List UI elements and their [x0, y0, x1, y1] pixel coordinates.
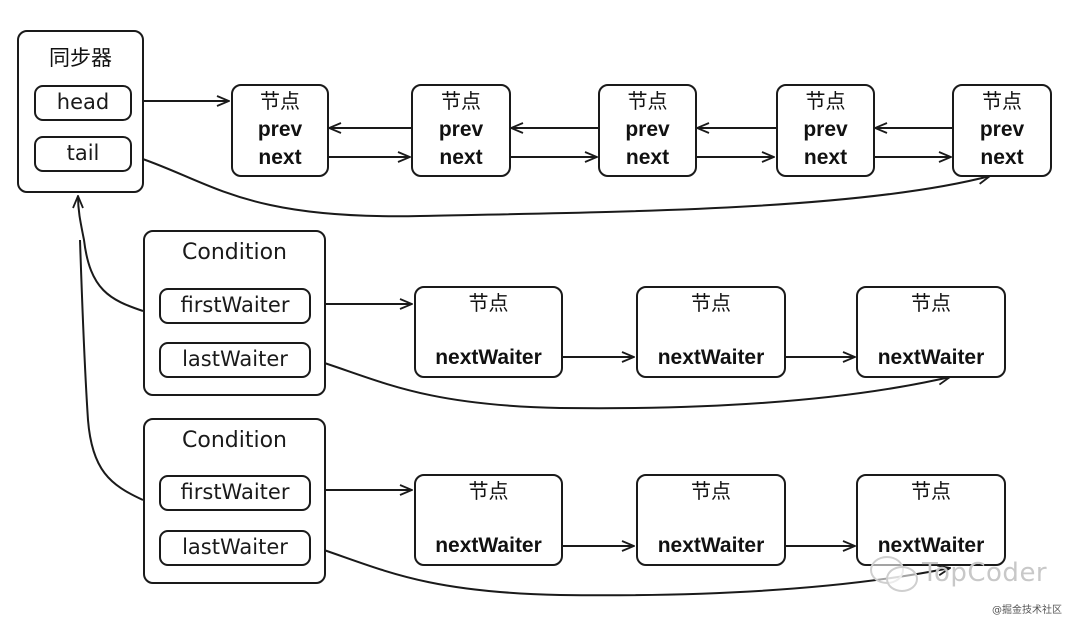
- wechat-icon: [870, 556, 920, 592]
- condition-title: Condition: [182, 428, 287, 453]
- condition-1-node-1: 节点 nextWaiter: [414, 286, 563, 378]
- sync-node-4: 节点 prev next: [776, 84, 875, 177]
- node-label: 节点: [441, 89, 481, 113]
- first-waiter-field: firstWaiter: [159, 288, 311, 324]
- tail-field: tail: [34, 136, 132, 172]
- next-waiter-field: nextWaiter: [435, 346, 542, 369]
- watermark-credit: @掘金技术社区: [992, 605, 1062, 616]
- next-field: next: [439, 146, 483, 169]
- condition-2-node-2: 节点 nextWaiter: [636, 474, 786, 566]
- node-label: 节点: [627, 89, 668, 113]
- condition-1-owner-arrow: [78, 196, 144, 312]
- prev-field: prev: [979, 118, 1025, 141]
- head-field: head: [34, 85, 132, 121]
- wechat-bubble-small: [886, 566, 918, 592]
- last-waiter-field: lastWaiter: [159, 530, 311, 566]
- next-field: next: [803, 146, 848, 169]
- next-field: next: [980, 146, 1024, 169]
- prev-field: prev: [625, 118, 670, 141]
- node-label: 节点: [805, 89, 846, 113]
- next-waiter-field: nextWaiter: [435, 534, 542, 557]
- sync-node-2: 节点 prev next: [411, 84, 511, 177]
- next-waiter-field: nextWaiter: [657, 346, 765, 369]
- condition-1-last-arrow: [308, 357, 950, 410]
- watermark-brand: TopCoder: [922, 558, 1048, 588]
- diagram-canvas: 同步器 head tail 节点 prev next 节点 prev next …: [0, 0, 1080, 624]
- synchronizer-box: 同步器 head tail: [17, 30, 144, 193]
- condition-2-owner-arrow: [79, 239, 144, 501]
- node-label: 节点: [691, 479, 731, 503]
- node-label: 节点: [982, 89, 1022, 113]
- prev-field: prev: [438, 118, 484, 141]
- node-label: 节点: [691, 291, 731, 315]
- first-waiter-field: firstWaiter: [159, 475, 311, 511]
- condition-1-node-2: 节点 nextWaiter: [636, 286, 786, 378]
- next-field: next: [258, 146, 302, 169]
- condition-title: Condition: [182, 240, 287, 265]
- prev-field: prev: [803, 118, 848, 141]
- last-waiter-field: lastWaiter: [159, 342, 311, 378]
- sync-node-3: 节点 prev next: [598, 84, 697, 177]
- prev-field: prev: [257, 118, 303, 141]
- sync-node-5: 节点 prev next: [952, 84, 1052, 177]
- node-label: 节点: [260, 89, 300, 113]
- condition-box-2: Condition firstWaiter lastWaiter: [143, 418, 326, 584]
- condition-2-node-1: 节点 nextWaiter: [414, 474, 563, 566]
- node-label: 节点: [468, 479, 509, 503]
- node-label: 节点: [468, 291, 509, 315]
- condition-2-last-arrow: [308, 544, 950, 597]
- condition-1-node-3: 节点 nextWaiter: [856, 286, 1006, 378]
- node-label: 节点: [911, 291, 951, 315]
- next-field: next: [625, 146, 670, 169]
- next-waiter-field: nextWaiter: [877, 346, 985, 369]
- condition-2-node-3: 节点 nextWaiter: [856, 474, 1006, 566]
- synchronizer-title: 同步器: [49, 46, 112, 70]
- sync-node-1: 节点 prev next: [231, 84, 329, 177]
- condition-box-1: Condition firstWaiter lastWaiter: [143, 230, 326, 396]
- node-label: 节点: [911, 479, 951, 503]
- next-waiter-field: nextWaiter: [657, 534, 765, 557]
